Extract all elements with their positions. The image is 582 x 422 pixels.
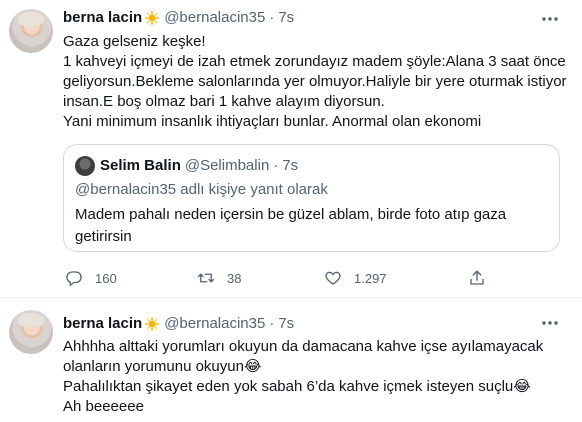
sun-badge-icon <box>144 9 161 26</box>
retweet-count: 38 <box>227 270 242 286</box>
quoted-tweet[interactable]: Selim Balin @Selimbalin · 7s @bernalacin… <box>63 144 560 252</box>
author-handle[interactable]: @bernalacin35 <box>164 9 265 26</box>
author-name[interactable]: berna lacin <box>63 315 142 332</box>
tweet[interactable]: berna lacin @bernalacin35 · 7s Ahhhha al… <box>0 298 582 422</box>
reply-count: 160 <box>95 270 117 286</box>
sun-badge-icon <box>144 315 161 332</box>
reply-button[interactable]: 160 <box>65 266 117 290</box>
like-count: 1.297 <box>354 270 387 286</box>
timestamp[interactable]: 7s <box>278 315 294 332</box>
action-bar: 160 38 1.297 <box>63 266 493 290</box>
avatar[interactable] <box>9 310 53 354</box>
quoted-text: Madem pahalı neden içersin be güzel abla… <box>75 206 507 245</box>
separator-dot: · <box>269 315 275 332</box>
reply-context: @bernalacin35 adlı kişiye yanıt olarak <box>75 181 328 198</box>
share-icon <box>470 270 484 285</box>
tweet-text-line: Ahhhha alttaki yorumları okuyun da damac… <box>63 338 544 355</box>
separator-dot: · <box>269 9 275 26</box>
tweet-text-line: 1 kahveyi içmeyi de izah etmek zorundayı… <box>63 53 566 70</box>
more-dots-icon[interactable] <box>540 9 560 29</box>
share-button[interactable] <box>468 266 486 290</box>
tweet-text-line: Gaza gelseniz keşke! <box>63 33 206 50</box>
tweet-text: Ahhhha alttaki yorumları okuyun da damac… <box>63 337 563 417</box>
tweet-text: Gaza gelseniz keşke! 1 kahveyi içmeyi de… <box>63 32 567 132</box>
tweet-text-line: Yani minimum insanlık ihtiyaçları bunlar… <box>63 113 482 130</box>
tweet-text-line: Pahalılıktan şikayet eden yok sabah 6’da… <box>63 378 531 395</box>
avatar[interactable] <box>9 9 53 53</box>
retweet-icon <box>197 273 215 283</box>
tweet[interactable]: berna lacin @bernalacin35 · 7s Gaza gels… <box>0 0 582 297</box>
tweet-text-line: geliyorsun.Bekleme salonlarında yer olmu… <box>63 73 567 90</box>
tweet-text-line: insan.E boş olmaz bari 1 kahve alayım di… <box>63 93 385 110</box>
author-handle[interactable]: @bernalacin35 <box>164 315 265 332</box>
reply-icon <box>66 271 82 287</box>
quoted-author-handle[interactable]: @Selimbalin <box>185 157 269 174</box>
quoted-avatar[interactable] <box>75 156 95 176</box>
retweet-button[interactable]: 38 <box>197 266 241 290</box>
quoted-timestamp[interactable]: 7s <box>282 157 298 174</box>
tweet-text-line: olanların yorumunu okuyun😂 <box>63 358 262 375</box>
author-name[interactable]: berna lacin <box>63 9 142 26</box>
quoted-author-name[interactable]: Selim Balin <box>100 157 181 174</box>
like-button[interactable]: 1.297 <box>324 266 387 290</box>
heart-icon <box>325 271 341 285</box>
tweet-text-line: Ah beeeeee <box>63 398 144 415</box>
timestamp[interactable]: 7s <box>278 9 294 26</box>
quoted-header: Selim Balin @Selimbalin · 7s <box>100 157 298 174</box>
separator-dot: · <box>273 157 279 174</box>
tweet-header: berna lacin @bernalacin35 · 7s <box>63 9 294 26</box>
tweet-header: berna lacin @bernalacin35 · 7s <box>63 315 294 332</box>
more-dots-icon[interactable] <box>540 313 560 333</box>
